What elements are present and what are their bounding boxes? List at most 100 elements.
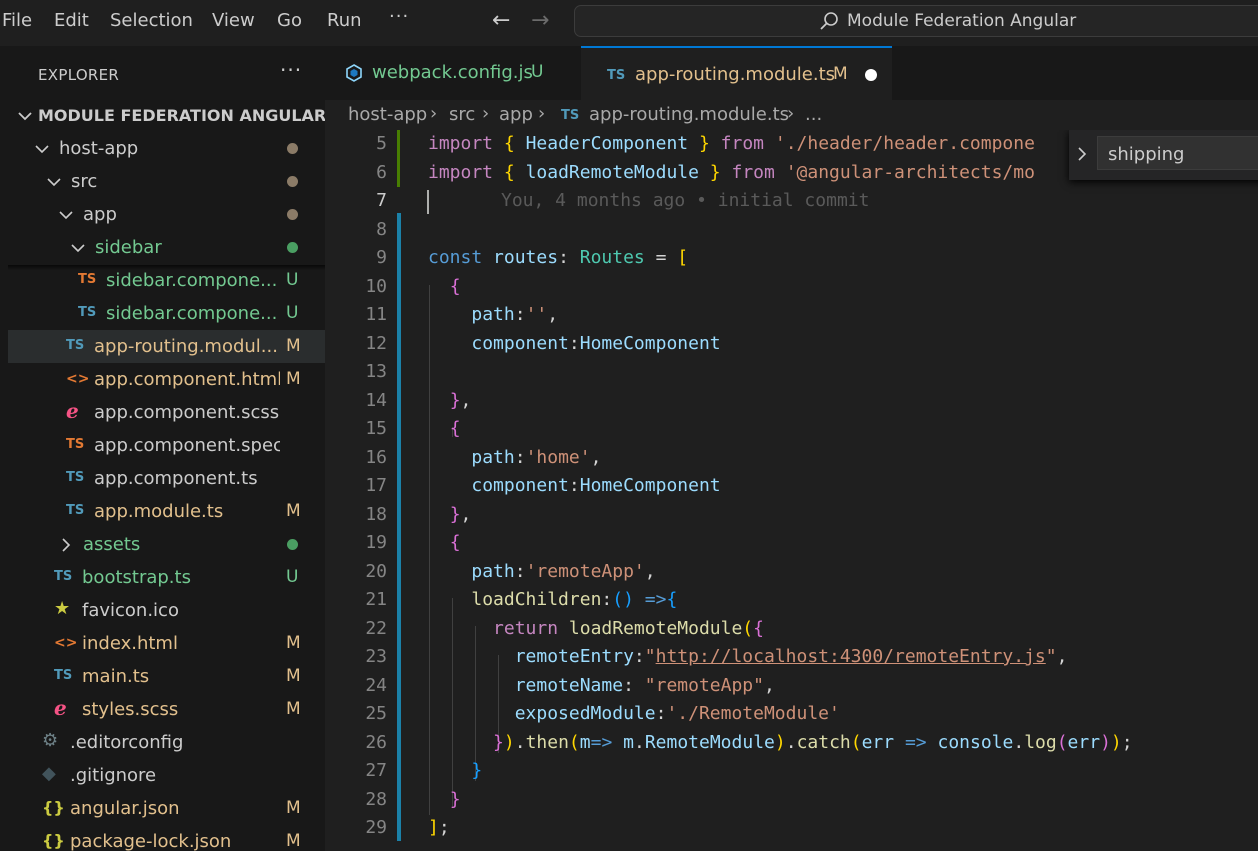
tree-item[interactable]: host-app (8, 132, 325, 165)
tree-item[interactable]: TS sidebar.compone... U (8, 297, 325, 330)
tab-status: M (833, 64, 848, 84)
tree-item-label: app.component.scss (94, 402, 280, 423)
gear-icon: ⚙ (42, 730, 59, 751)
typescript-file-icon: TS (66, 437, 85, 452)
command-center-search[interactable]: Module Federation Angular (574, 5, 1258, 37)
tree-item-label: app.component.spec.ts (94, 435, 280, 456)
code-line-18: }, (449, 503, 472, 525)
tree-item[interactable]: assets (8, 528, 325, 561)
favicon-star-icon: ★ (54, 598, 71, 619)
code-line-17: component:HomeComponent (471, 475, 721, 496)
search-text: Module Federation Angular (847, 11, 1077, 31)
tree-item-label: assets (83, 534, 141, 555)
code-line-28: } (449, 788, 461, 810)
tree-item[interactable]: app (8, 198, 325, 231)
typescript-file-icon: TS (66, 338, 85, 353)
tree-item[interactable]: <> index.html M (8, 627, 325, 660)
menu-file[interactable]: File (2, 10, 32, 31)
code-line-14: }, (449, 389, 472, 411)
tree-item[interactable]: ℯ app.component.scss (8, 396, 325, 429)
chevron-right-icon[interactable] (1075, 146, 1089, 162)
find-widget: shipping (1069, 130, 1258, 180)
tree-item-label: app (83, 204, 117, 225)
tree-item-label: sidebar.compone... (106, 270, 278, 291)
git-status-badge: M (286, 336, 301, 356)
chevron-right-icon (62, 538, 71, 552)
sticky-scroll-shadow (8, 265, 325, 270)
line-number: 7 (376, 190, 387, 211)
code-line-11: path:'', (471, 304, 559, 325)
tab-webpack-config[interactable]: webpack.config.js U (325, 46, 581, 100)
git-status-badge: M (286, 633, 301, 653)
tree-item[interactable]: ℯ styles.scss M (8, 693, 325, 726)
tree-item[interactable]: TS app.module.ts M (8, 495, 325, 528)
menu-edit[interactable]: Edit (54, 10, 89, 31)
line-number: 10 (365, 275, 387, 297)
tree-item[interactable]: TS main.ts M (8, 660, 325, 693)
line-number: 16 (365, 446, 387, 468)
code-line-25: exposedModule:'./RemoteModule' (514, 703, 840, 724)
tree-item-label: src (71, 171, 98, 192)
line-number: 15 (365, 418, 387, 439)
tree-item[interactable]: ★ favicon.ico (8, 594, 325, 627)
sass-file-icon: ℯ (54, 696, 67, 720)
menu-more-icon[interactable]: ··· (389, 6, 409, 27)
json-file-icon: {} (42, 798, 65, 817)
breadcrumb-symbol[interactable]: ... (805, 104, 822, 125)
tree-item[interactable]: src (8, 165, 325, 198)
tree-item-label: app.component.ts (94, 468, 258, 489)
tree-item[interactable]: {} angular.json M (8, 792, 325, 825)
forward-arrow-icon[interactable]: → (531, 8, 549, 33)
code-editor[interactable]: 5 6 7 8 9 10 11 12 13 14 15 16 17 18 19 20 21 22 23 24 25 26 2… (325, 130, 1258, 851)
code-line-19: { (449, 532, 461, 553)
back-arrow-icon[interactable]: ← (492, 8, 510, 33)
line-number: 5 (376, 133, 387, 154)
html-file-icon: <> (66, 371, 90, 387)
git-status-badge: U (286, 303, 299, 323)
menu-selection[interactable]: Selection (110, 10, 193, 31)
tree-item[interactable]: <> app.component.html M (8, 363, 325, 396)
workspace-root[interactable]: MODULE FEDERATION ANGULAR (8, 99, 325, 132)
webpack-icon (346, 64, 362, 82)
tree-item-label: angular.json (70, 798, 180, 819)
git-status-badge: U (286, 567, 299, 587)
git-status-badge: U (286, 270, 299, 290)
breadcrumb-file[interactable]: app-routing.module.ts (589, 104, 789, 125)
typescript-file-icon: TS (54, 569, 73, 584)
tree-item[interactable]: TS app-routing.modul... M (8, 330, 325, 363)
menu-run[interactable]: Run (327, 10, 362, 31)
line-number: 19 (365, 532, 387, 553)
line-number: 6 (376, 161, 387, 183)
tab-app-routing-module[interactable]: TS app-routing.module.ts M (581, 46, 892, 100)
git-status-dot (287, 143, 298, 154)
breadcrumb-src[interactable]: src (449, 104, 475, 125)
breadcrumb-host-app[interactable]: host-app (348, 104, 427, 125)
breadcrumb-app[interactable]: app (499, 104, 533, 125)
tree-item[interactable]: sidebar (8, 231, 325, 264)
explorer-more-icon[interactable]: ··· (280, 58, 302, 82)
tree-item-label: sidebar (95, 237, 162, 258)
line-number: 24 (365, 674, 387, 696)
chevron-down-icon (35, 145, 49, 154)
tree-item[interactable]: TS bootstrap.ts U (8, 561, 325, 594)
tree-item[interactable]: {} package-lock.json M (8, 825, 325, 851)
line-number: 14 (365, 389, 387, 411)
tree-item[interactable]: TS app.component.ts (8, 462, 325, 495)
tree-item-label: styles.scss (82, 699, 179, 720)
unsaved-dot-icon[interactable] (865, 69, 877, 81)
git-status-badge: M (286, 798, 301, 818)
tree-item[interactable]: ◆ .gitignore (8, 759, 325, 792)
menu-view[interactable]: View (212, 10, 255, 31)
git-added-marker (397, 130, 400, 187)
code-line-21: loadChildren:() =>{ (471, 589, 678, 610)
tree-item-label: package-lock.json (70, 831, 232, 851)
typescript-file-icon: TS (66, 470, 85, 485)
menu-go[interactable]: Go (277, 10, 302, 31)
find-input[interactable]: shipping (1097, 136, 1258, 170)
code-line-26: }).then(m=> m.RemoteModule).catch(err =>… (493, 731, 1133, 753)
chevron-down-icon (71, 244, 85, 253)
tree-item[interactable]: TS app.component.spec.ts (8, 429, 325, 462)
tree-item-label: app-routing.modul... (94, 336, 278, 357)
tree-item[interactable]: ⚙ .editorconfig (8, 726, 325, 759)
typescript-file-icon: TS (66, 503, 85, 518)
